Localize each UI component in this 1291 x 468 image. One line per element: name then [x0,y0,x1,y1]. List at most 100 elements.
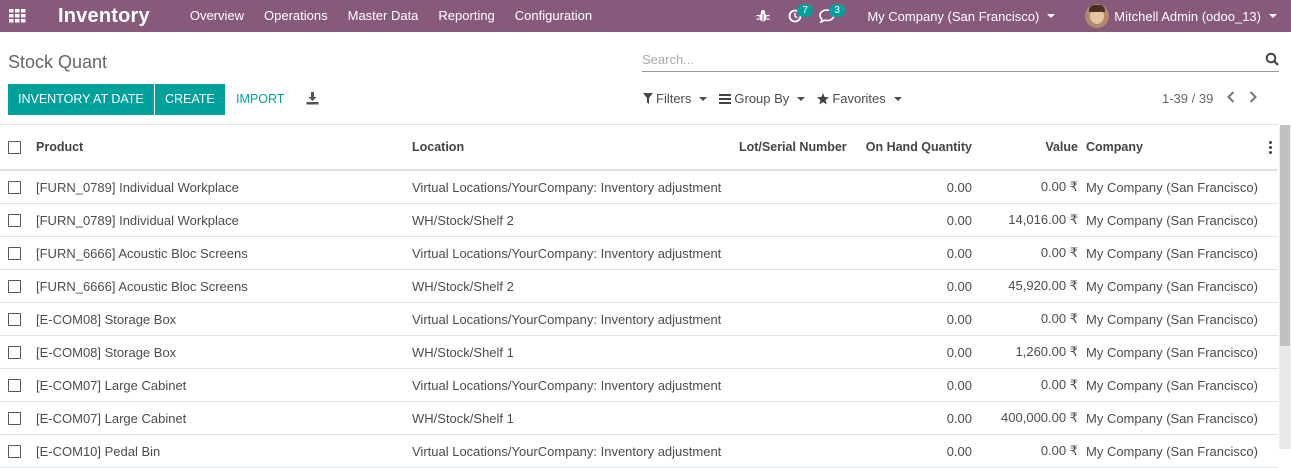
apps-grid-icon[interactable] [0,0,34,32]
cell-company: My Company (San Francisco) [1086,245,1258,261]
cell-value: 0.00 ₹ [1040,179,1078,194]
search-input[interactable] [642,48,1242,70]
cell-value: 0.00 ₹ [1040,377,1078,392]
cell-company: My Company (San Francisco) [1086,311,1258,327]
chevron-down-icon [1047,14,1056,18]
menu-operations[interactable]: Operations [254,0,338,32]
cell-value: 14,016.00 ₹ [1008,212,1078,227]
cell-company: My Company (San Francisco) [1086,377,1258,393]
navbar-systray: 7 3 My Company (San Francisco) Mitchell … [747,0,1291,32]
inventory-at-date-button[interactable]: Inventory at Date [8,84,154,115]
user-menu[interactable]: Mitchell Admin (odoo_13) [1085,4,1277,28]
messages-badge: 3 [829,4,845,17]
table-row[interactable]: [E-COM10] Pedal Bin Virtual Locations/You… [0,435,1278,468]
cell-on-hand-quantity: 0.00 [946,278,972,294]
menu-configuration[interactable]: Configuration [505,0,602,32]
cell-on-hand-quantity: 0.00 [946,344,972,360]
table-body: [FURN_0789] Individual Workplace Virtual … [0,171,1278,468]
search-icon[interactable] [1265,52,1279,69]
favorites-label: Favorites [832,91,886,106]
row-checkbox[interactable] [8,336,21,368]
cell-location: WH/Stock/Shelf 1 [412,410,514,426]
breadcrumb-title: Stock Quant [8,52,108,72]
top-navbar: Inventory Overview Operations Master Dat… [0,0,1291,32]
company-switcher[interactable]: My Company (San Francisco) [857,9,1065,24]
main-menu: Overview Operations Master Data Reportin… [180,0,602,32]
column-company[interactable]: Company [1086,125,1143,169]
cell-product: [FURN_6666] Acoustic Bloc Screens [36,245,248,261]
cell-location: Virtual Locations/YourCompany: Inventory… [412,377,722,393]
cell-company: My Company (San Francisco) [1086,443,1258,459]
cell-value: 400,000.00 ₹ [1001,410,1078,425]
row-checkbox[interactable] [8,369,21,401]
table-row[interactable]: [E-COM08] Storage Box WH/Stock/Shelf 1 0.0… [0,336,1278,369]
favorites-toggle[interactable]: Favorites [817,91,902,106]
row-checkbox[interactable] [8,270,21,302]
download-icon[interactable] [306,92,319,108]
table-row[interactable]: [E-COM08] Storage Box Virtual Locations/Y… [0,303,1278,336]
cell-on-hand-quantity: 0.00 [946,212,972,228]
create-button[interactable]: Create [155,84,225,115]
cell-company: My Company (San Francisco) [1086,179,1258,195]
row-checkbox[interactable] [8,435,21,467]
row-checkbox[interactable] [8,237,21,269]
table-row[interactable]: [FURN_6666] Acoustic Bloc Screens Virtual… [0,237,1278,270]
select-all-checkbox[interactable] [8,125,21,169]
import-button[interactable]: Import [236,84,284,115]
column-lot[interactable]: Lot/Serial Number [739,125,847,169]
optional-columns-icon[interactable] [1269,125,1272,169]
column-on-hand-quantity[interactable]: On Hand Quantity [866,125,972,169]
cell-on-hand-quantity: 0.00 [946,311,972,327]
table-row[interactable]: [FURN_0789] Individual Workplace WH/Stock… [0,204,1278,237]
row-checkbox[interactable] [8,303,21,335]
app-title[interactable]: Inventory [58,5,150,28]
cell-on-hand-quantity: 0.00 [946,245,972,261]
table-row[interactable]: [FURN_6666] Acoustic Bloc Screens WH/Stoc… [0,270,1278,303]
cell-location: WH/Stock/Shelf 1 [412,344,514,360]
column-location[interactable]: Location [412,125,464,169]
cell-value: 0.00 ₹ [1040,443,1078,458]
row-checkbox[interactable] [8,402,21,434]
cell-product: [FURN_0789] Individual Workplace [36,212,239,228]
cell-location: Virtual Locations/YourCompany: Inventory… [412,245,722,261]
list-scrollbar[interactable] [1279,125,1291,449]
cell-location: WH/Stock/Shelf 2 [412,212,514,228]
cell-company: My Company (San Francisco) [1086,212,1258,228]
pager-next-icon[interactable] [1249,91,1258,106]
pager-value[interactable]: 1-39 / 39 [1162,91,1213,106]
column-product[interactable]: Product [36,125,83,169]
row-checkbox[interactable] [8,204,21,236]
filters-label: Filters [656,91,692,106]
menu-reporting[interactable]: Reporting [428,0,504,32]
menu-overview[interactable]: Overview [180,0,254,32]
search-options: Filters Group By Favorites [643,91,914,106]
chat-icon[interactable]: 3 [811,0,845,32]
column-value[interactable]: Value [1045,125,1078,169]
cell-on-hand-quantity: 0.00 [946,179,972,195]
cell-on-hand-quantity: 0.00 [946,410,972,426]
scrollbar-thumb[interactable] [1280,125,1290,346]
activity-clock-icon[interactable]: 7 [779,0,813,32]
table-row[interactable]: [E-COM07] Large Cabinet WH/Stock/Shelf 1 0… [0,402,1278,435]
table-row[interactable]: [E-COM07] Large Cabinet Virtual Locations… [0,369,1278,402]
filters-toggle[interactable]: Filters [643,91,708,106]
pager: 1-39 / 39 [1162,91,1258,106]
chevron-down-icon [893,96,902,101]
cell-product: [E-COM10] Pedal Bin [36,443,161,459]
cell-product: [E-COM07] Large Cabinet [36,410,187,426]
table-row[interactable]: [FURN_0789] Individual Workplace Virtual … [0,171,1278,204]
cell-company: My Company (San Francisco) [1086,344,1258,360]
stock-quant-list: Product Location Lot/Serial Number On Ha… [0,124,1278,468]
row-checkbox[interactable] [8,171,21,203]
cell-on-hand-quantity: 0.00 [946,377,972,393]
bug-icon[interactable] [747,0,779,32]
cell-product: [E-COM08] Storage Box [36,311,177,327]
cell-company: My Company (San Francisco) [1086,278,1258,294]
group-by-toggle[interactable]: Group By [719,91,806,106]
cell-product: [E-COM08] Storage Box [36,344,177,360]
chevron-down-icon [1269,14,1277,18]
menu-master-data[interactable]: Master Data [338,0,429,32]
pager-previous-icon[interactable] [1227,91,1235,106]
cell-location: Virtual Locations/YourCompany: Inventory… [412,179,722,195]
cell-value: 1,260.00 ₹ [1015,344,1079,359]
